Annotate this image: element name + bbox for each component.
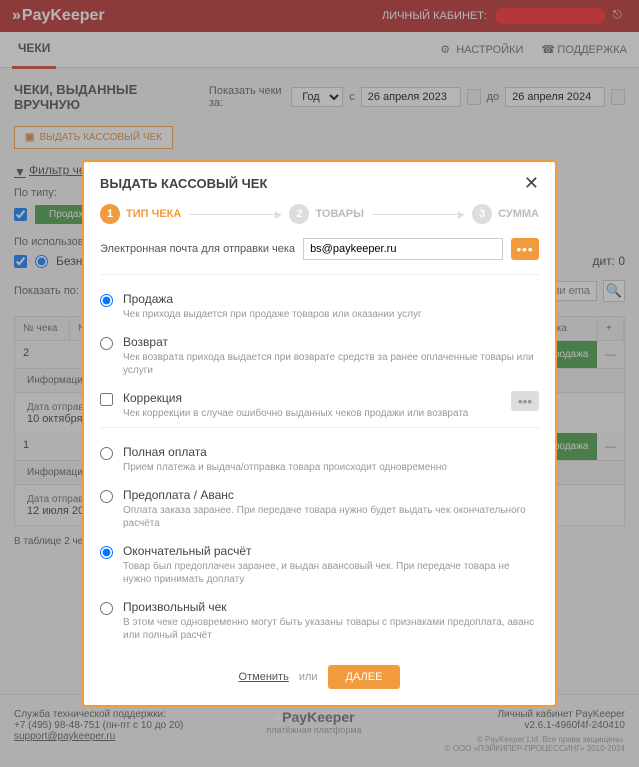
option-desc: Товар был предоплачен заранее, и выдан а…	[123, 560, 539, 586]
radio-prepay[interactable]	[100, 490, 113, 503]
radio-sale[interactable]	[100, 294, 113, 307]
option-arbitrary[interactable]: Произвольный чек В этом чеке одновременно…	[100, 593, 539, 649]
option-desc: Чек коррекции в случае ошибочно выданных…	[123, 407, 468, 420]
close-icon[interactable]: ✕	[524, 174, 539, 192]
option-title: Предоплата / Аванс	[123, 488, 539, 502]
option-title: Окончательный расчёт	[123, 544, 539, 558]
issue-receipt-modal: ВЫДАТЬ КАССОВЫЙ ЧЕК ✕ 1ТИП ЧЕКА 2ТОВАРЫ …	[82, 160, 557, 707]
email-field[interactable]	[303, 238, 503, 260]
option-final-payment[interactable]: Окончательный расчёт Товар был предоплаче…	[100, 537, 539, 593]
radio-arbitrary[interactable]	[100, 602, 113, 615]
checkbox-correction[interactable]	[100, 393, 113, 406]
option-title: Полная оплата	[123, 445, 447, 459]
option-prepayment[interactable]: Предоплата / Аванс Оплата заказа заранее.…	[100, 481, 539, 537]
option-correction[interactable]: Коррекция Чек коррекции в случае ошибочно…	[100, 384, 539, 427]
step-arrow	[372, 214, 464, 215]
step-3[interactable]: 3СУММА	[472, 204, 539, 224]
option-desc: Чек прихода выдается при продаже товаров…	[123, 308, 422, 321]
step-1[interactable]: 1ТИП ЧЕКА	[100, 204, 181, 224]
modal-overlay: ВЫДАТЬ КАССОВЫЙ ЧЕК ✕ 1ТИП ЧЕКА 2ТОВАРЫ …	[0, 0, 639, 767]
step-arrow	[189, 214, 281, 215]
option-return[interactable]: Возврат Чек возврата прихода выдается при…	[100, 328, 539, 384]
option-full-payment[interactable]: Полная оплата Прием платежа и выдача/отпр…	[100, 438, 539, 481]
cancel-button[interactable]: Отменить	[239, 671, 289, 683]
or-text: или	[299, 671, 318, 683]
radio-return[interactable]	[100, 337, 113, 350]
option-desc: Оплата заказа заранее. При передаче това…	[123, 504, 539, 530]
option-desc: Прием платежа и выдача/отправка товара п…	[123, 461, 447, 474]
correction-more-button[interactable]: •••	[511, 391, 539, 411]
radio-final[interactable]	[100, 546, 113, 559]
radio-full[interactable]	[100, 447, 113, 460]
step-2[interactable]: 2ТОВАРЫ	[289, 204, 363, 224]
email-label: Электронная почта для отправки чека	[100, 243, 295, 255]
modal-title: ВЫДАТЬ КАССОВЫЙ ЧЕК	[100, 176, 267, 191]
receipt-type-group: Продажа Чек прихода выдается при продаже …	[84, 285, 555, 427]
option-title: Продажа	[123, 292, 422, 306]
option-desc: В этом чеке одновременно могут быть указ…	[123, 616, 539, 642]
next-button[interactable]: ДАЛЕЕ	[328, 665, 401, 689]
option-title: Коррекция	[123, 391, 468, 405]
option-desc: Чек возврата прихода выдается при возвра…	[123, 351, 539, 377]
option-sale[interactable]: Продажа Чек прихода выдается при продаже …	[100, 285, 539, 328]
email-more-button[interactable]: •••	[511, 238, 539, 260]
option-title: Возврат	[123, 335, 539, 349]
option-title: Произвольный чек	[123, 600, 539, 614]
payment-type-group: Полная оплата Прием платежа и выдача/отпр…	[84, 438, 555, 649]
